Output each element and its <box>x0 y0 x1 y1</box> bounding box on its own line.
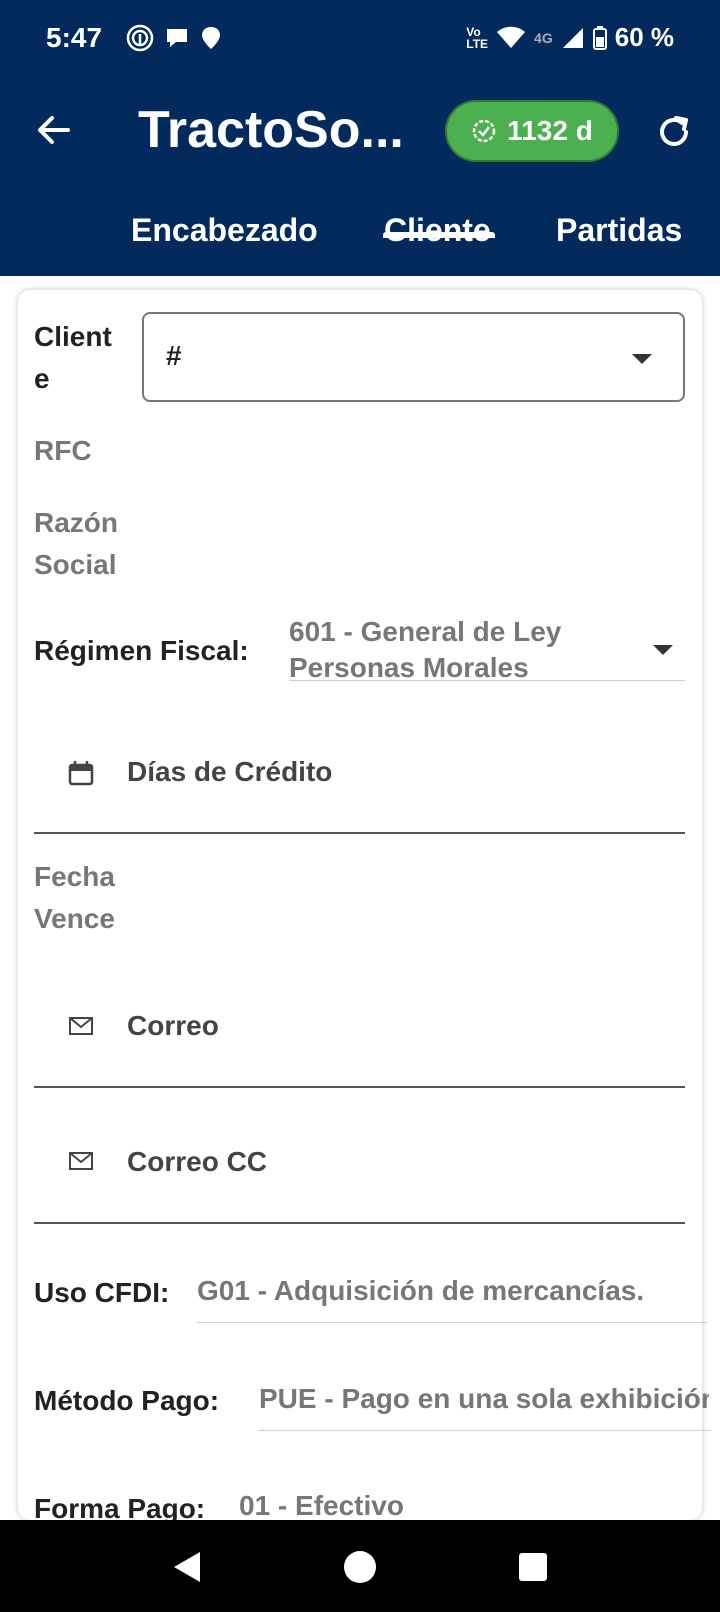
chevron-down-icon <box>653 645 673 655</box>
arrow-left-icon[interactable] <box>34 110 74 150</box>
regimen-fiscal-label: Régimen Fiscal: <box>34 635 249 666</box>
tab-cliente[interactable]: Cliente <box>384 212 491 249</box>
chevron-down-icon <box>632 354 652 364</box>
calendar-icon <box>68 761 94 786</box>
days-badge-label: 1132 d <box>507 115 593 146</box>
mail-icon <box>69 1017 93 1035</box>
mail-icon <box>69 1152 93 1170</box>
wifi-icon <box>497 26 526 48</box>
dias-credito-underline <box>34 832 685 834</box>
regimen-underline <box>289 680 685 681</box>
fecha-vence-label: Fecha Vence <box>34 861 115 934</box>
form-card <box>18 290 702 1520</box>
metodo-pago-select[interactable]: PUE - Pago en una sola exhibición <box>259 1383 709 1415</box>
status-notification-icons <box>126 24 222 52</box>
uso-cfdi-underline <box>197 1322 707 1323</box>
chat-icon <box>167 29 187 47</box>
fingerprint-icon <box>126 24 154 52</box>
volte-icon: Vo LTE <box>466 24 489 51</box>
metodo-pago-label: Método Pago: <box>34 1385 220 1416</box>
cliente-label: Client e <box>34 321 112 394</box>
correo-cc-input[interactable]: Correo CC <box>127 1146 267 1178</box>
tab-bar: Encabezado Cliente Partidas <box>0 196 720 276</box>
status-right: Vo LTE 4G 60 % <box>466 22 674 53</box>
correo-input[interactable]: Correo <box>127 1010 219 1042</box>
regimen-fiscal-select[interactable]: 601 - General de Ley Personas Morales <box>289 614 629 686</box>
cliente-dropdown[interactable]: # <box>142 312 685 402</box>
dias-credito-input[interactable]: Días de Crédito <box>127 756 332 788</box>
forma-pago-select[interactable]: 01 - Efectivo <box>239 1490 539 1522</box>
rfc-label: RFC <box>34 435 92 466</box>
nav-home-icon[interactable] <box>343 1550 377 1584</box>
app-title: TractoSo... <box>138 101 404 159</box>
tab-indicator <box>383 232 495 238</box>
tab-encabezado[interactable]: Encabezado <box>131 212 318 249</box>
nav-recents-icon[interactable] <box>518 1552 548 1582</box>
cliente-value: # <box>166 340 182 371</box>
correo-cc-underline <box>34 1222 685 1224</box>
system-nav-bar <box>0 1520 720 1612</box>
battery-icon <box>592 25 607 50</box>
status-time: 5:47 <box>46 22 103 53</box>
uso-cfdi-select[interactable]: G01 - Adquisición de mercancías. <box>197 1275 707 1307</box>
correo-underline <box>34 1086 685 1088</box>
tab-partidas[interactable]: Partidas <box>556 212 682 249</box>
network-type: 4G <box>534 29 553 46</box>
nav-back-icon[interactable] <box>172 1550 202 1584</box>
app-bar: TractoSo... 1132 d Encabezado Cliente Pa… <box>0 80 720 276</box>
days-badge[interactable]: 1132 d <box>445 100 619 162</box>
refresh-icon[interactable] <box>654 112 694 152</box>
metodo-pago-underline <box>259 1430 710 1431</box>
razon-social-label: Razón Social <box>34 507 118 580</box>
verified-badge-icon <box>472 119 496 143</box>
status-bar: 5:47 Vo LTE 4G 60 % <box>0 0 720 80</box>
battery-level: 60 % <box>614 22 674 52</box>
location-icon <box>202 27 220 49</box>
signal-icon <box>562 27 583 48</box>
uso-cfdi-label: Uso CFDI: <box>34 1277 170 1308</box>
